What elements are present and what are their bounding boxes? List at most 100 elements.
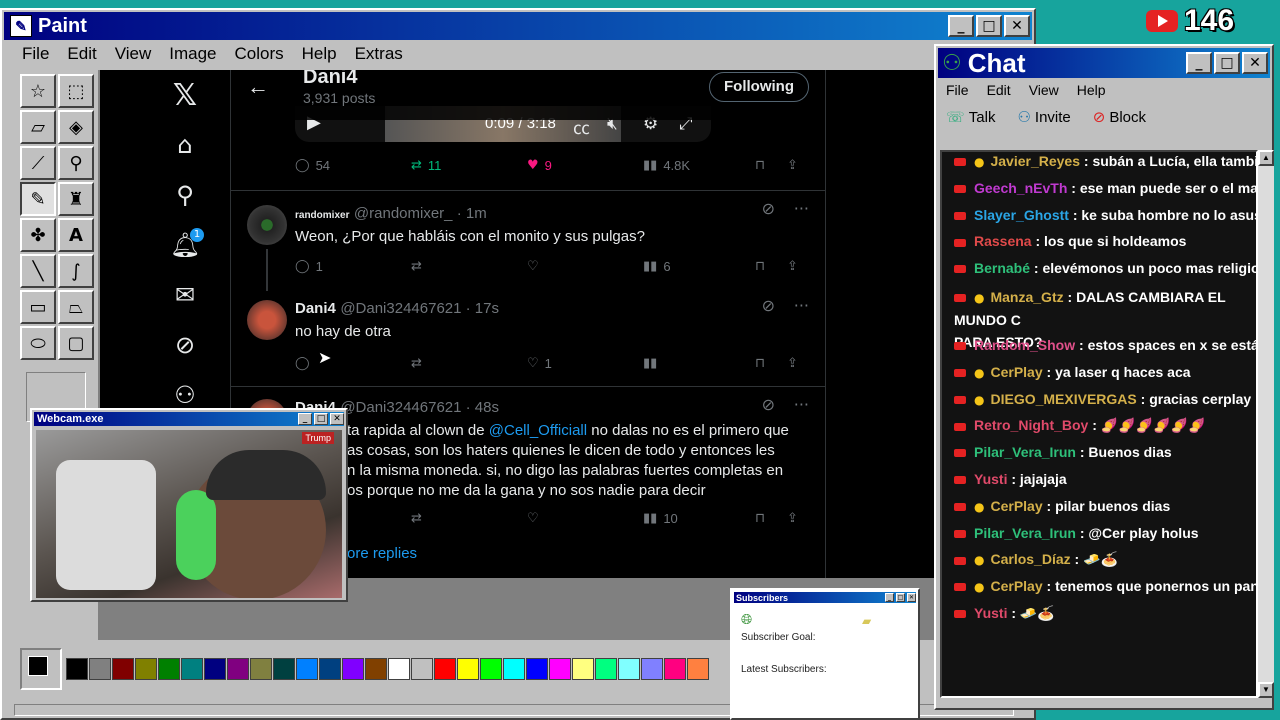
bookmark-icon[interactable]: ⊓ (755, 158, 765, 173)
pencil-icon[interactable]: ✎ (20, 182, 56, 216)
palette-swatch[interactable] (664, 658, 686, 680)
airbrush-icon[interactable]: ✤ (20, 218, 56, 252)
x-logo-icon[interactable]: 𝕏 (160, 70, 210, 120)
chat-username[interactable]: DIEGO_MEXIVERGAS (990, 391, 1136, 407)
ellipse-tool-icon[interactable]: ⬭ (20, 326, 56, 360)
palette-swatch[interactable] (434, 658, 456, 680)
search-icon[interactable]: ⚲ (160, 170, 210, 220)
chat-menu-file[interactable]: File (946, 82, 969, 98)
talk-button[interactable]: ☏ Talk (946, 108, 995, 126)
close-button[interactable]: ✕ (330, 413, 344, 425)
maximize-button[interactable]: □ (896, 593, 905, 602)
text-tool-icon[interactable]: A (58, 218, 94, 252)
minimize-button[interactable]: _ (1186, 52, 1212, 74)
chat-username[interactable]: Slayer_Ghostt (974, 207, 1069, 223)
palette-swatch[interactable] (158, 658, 180, 680)
reply-icon[interactable]: ◯ 54 (295, 158, 330, 173)
home-icon[interactable]: ⌂ (160, 120, 210, 170)
chat-menu-edit[interactable]: Edit (987, 82, 1011, 98)
palette-swatch[interactable] (549, 658, 571, 680)
share-icon[interactable]: ⇪ (787, 259, 798, 274)
more-options-icon[interactable]: ··· (794, 199, 809, 218)
post-handle[interactable]: @Dani324467621 · 17s (340, 300, 499, 317)
show-more-replies[interactable]: ore replies (347, 545, 417, 562)
menu-extras[interactable]: Extras (355, 44, 403, 64)
palette-swatch[interactable] (526, 658, 548, 680)
repost-icon[interactable]: ⇄ (411, 511, 422, 526)
chat-username[interactable]: Random_Show (974, 337, 1075, 353)
views-icon[interactable]: ▮▮ 6 (643, 259, 671, 274)
palette-swatch[interactable] (227, 658, 249, 680)
menu-edit[interactable]: Edit (67, 44, 96, 64)
subscribers-titlebar[interactable]: Subscribers _ □ ✕ (734, 592, 916, 603)
like-icon[interactable]: ♡ (527, 259, 539, 274)
share-icon[interactable]: ⇪ (787, 356, 798, 371)
palette-swatch[interactable] (181, 658, 203, 680)
minimize-button[interactable]: _ (885, 593, 894, 602)
reply-icon[interactable]: ◯ 1 (295, 259, 323, 274)
palette-swatch[interactable] (89, 658, 111, 680)
palette-swatch[interactable] (204, 658, 226, 680)
menu-view[interactable]: View (115, 44, 152, 64)
palette-swatch[interactable] (66, 658, 88, 680)
menu-help[interactable]: Help (302, 44, 337, 64)
close-button[interactable]: ✕ (1242, 52, 1268, 74)
post-author[interactable]: randomixer (295, 210, 349, 221)
reply-post[interactable]: Dani4 @Dani324467621 · 17s no hay de otr… (231, 288, 825, 386)
maximize-button[interactable]: □ (976, 15, 1002, 37)
palette-swatch[interactable] (112, 658, 134, 680)
grok-icon[interactable]: ⊘ (762, 395, 775, 414)
repost-icon[interactable]: ⇄ (411, 259, 422, 274)
palette-swatch[interactable] (595, 658, 617, 680)
chat-username[interactable]: Pilar_Vera_Irun (974, 444, 1076, 460)
paint-titlebar[interactable]: ✎ Paint _ □ ✕ (4, 12, 1032, 40)
notifications-icon[interactable]: 🔔︎ 1 (160, 220, 210, 270)
avatar[interactable] (247, 300, 287, 340)
maximize-button[interactable]: □ (314, 413, 328, 425)
bookmark-icon[interactable]: ⊓ (755, 259, 765, 274)
rect-select-icon[interactable]: ⬚ (58, 74, 94, 108)
chat-titlebar[interactable]: ⚇ Chat _ □ ✕ (938, 48, 1270, 78)
repost-icon[interactable]: ⇄ 11 (411, 158, 441, 173)
grok-icon[interactable]: ⊘ (762, 199, 775, 218)
palette-swatch[interactable] (503, 658, 525, 680)
palette-swatch[interactable] (618, 658, 640, 680)
rectangle-tool-icon[interactable]: ▭ (20, 290, 56, 324)
rounded-rect-tool-icon[interactable]: ▢ (58, 326, 94, 360)
minimize-button[interactable]: _ (298, 413, 312, 425)
bookmark-icon[interactable]: ⊓ (755, 511, 765, 526)
palette-swatch[interactable] (388, 658, 410, 680)
like-icon[interactable]: ♡ 1 (527, 356, 552, 371)
grok-icon[interactable]: ⊘ (762, 296, 775, 315)
reply-icon[interactable]: ◯ (295, 356, 310, 371)
palette-swatch[interactable] (480, 658, 502, 680)
chat-username[interactable]: Pilar_Vera_Irun (974, 525, 1076, 541)
palette-swatch[interactable] (572, 658, 594, 680)
block-button[interactable]: ⊘ Block (1093, 108, 1146, 126)
views-icon[interactable]: ▮▮ 4.8K (643, 158, 690, 173)
messages-icon[interactable]: ✉ (160, 270, 210, 320)
chat-username[interactable]: Yusti (974, 605, 1007, 621)
repost-icon[interactable]: ⇄ (411, 356, 422, 371)
chat-username[interactable]: Retro_Night_Boy (974, 417, 1088, 433)
palette-swatch[interactable] (319, 658, 341, 680)
chat-username[interactable]: Rassena (974, 233, 1032, 249)
palette-swatch[interactable] (273, 658, 295, 680)
chat-username[interactable]: Yusti (974, 471, 1007, 487)
eraser-icon[interactable]: ▱ (20, 110, 56, 144)
chat-username[interactable]: Bernabé (974, 260, 1030, 276)
palette-swatch[interactable] (641, 658, 663, 680)
brush-icon[interactable]: ♜ (58, 182, 94, 216)
maximize-button[interactable]: □ (1214, 52, 1240, 74)
back-arrow-icon[interactable]: ← (247, 74, 269, 100)
like-icon[interactable]: ♥ 9 (527, 158, 552, 173)
chat-username[interactable]: Javier_Reyes (990, 153, 1080, 169)
post-handle[interactable]: @Dani324467621 · 48s (340, 399, 499, 416)
chat-menu-help[interactable]: Help (1077, 82, 1106, 98)
palette-swatch[interactable] (296, 658, 318, 680)
views-icon[interactable]: ▮▮ (643, 356, 657, 371)
invite-button[interactable]: ⚇ Invite (1017, 108, 1070, 126)
post-handle[interactable]: @randomixer_ · 1m (354, 205, 487, 222)
minimize-button[interactable]: _ (948, 15, 974, 37)
post-author[interactable]: Dani4 (295, 300, 336, 317)
